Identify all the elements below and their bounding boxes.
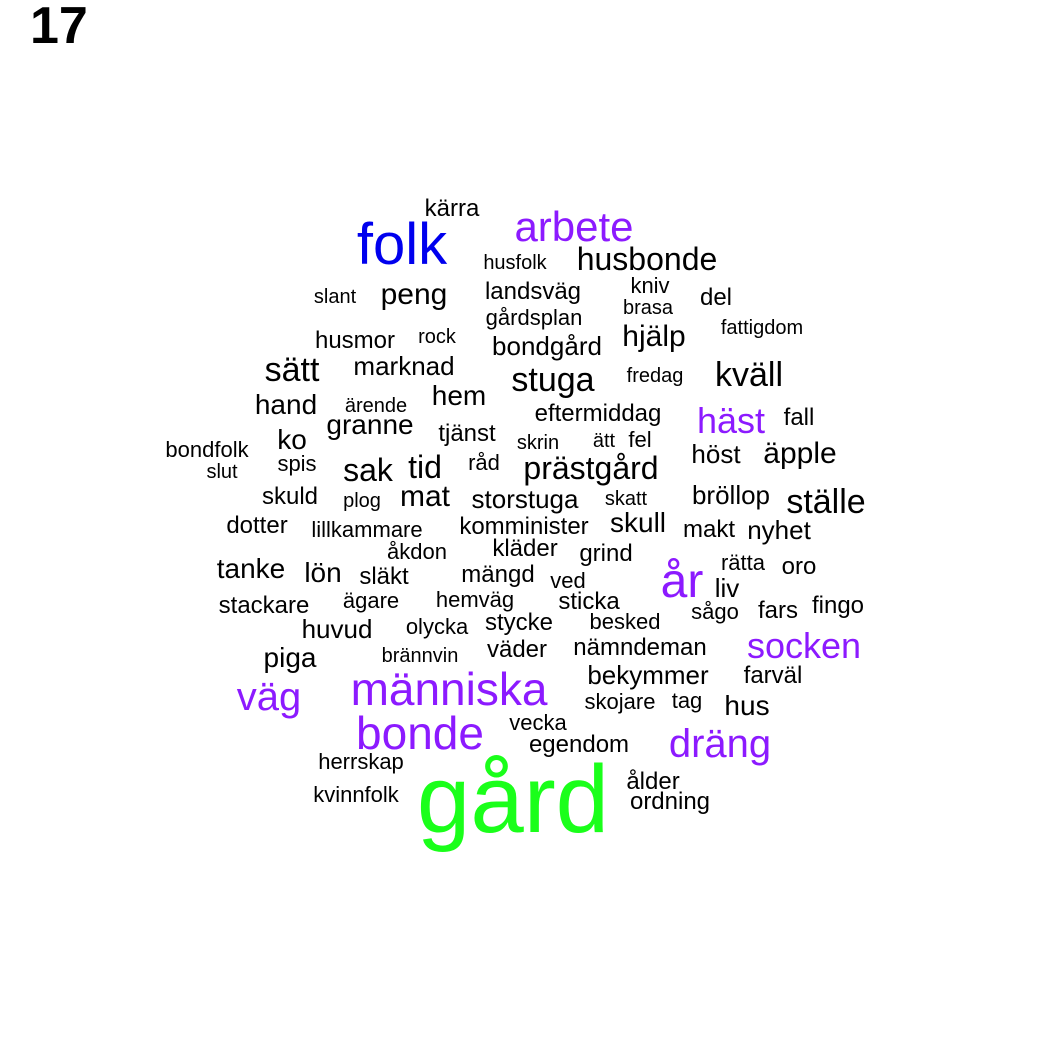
cloud-word: skojare <box>584 689 656 714</box>
cloud-word: mat <box>399 480 451 513</box>
cloud-word: stackare <box>218 592 310 619</box>
cloud-word: fars <box>757 597 799 624</box>
cloud-word: nämndeman <box>573 634 707 661</box>
cloud-word: fattigdom <box>720 317 804 339</box>
cloud-word: huvud <box>301 614 373 644</box>
cloud-word: sak <box>343 452 393 488</box>
cloud-word: rock <box>418 326 456 348</box>
cloud-word: äpple <box>763 437 837 470</box>
cloud-word: stycke <box>484 609 554 636</box>
cloud-word: tanke <box>216 553 286 584</box>
cloud-word: hjälp <box>622 320 686 353</box>
cloud-word: nyhet <box>747 515 811 545</box>
cloud-word: del <box>699 284 733 311</box>
cloud-word: hemväg <box>435 587 515 612</box>
cloud-word: tid <box>408 449 442 485</box>
cloud-word: husbonde <box>576 241 718 277</box>
cloud-word: folk <box>356 212 448 277</box>
cloud-word: husfolk <box>483 252 547 274</box>
cloud-word: husmor <box>314 327 396 354</box>
cloud-word: granne <box>326 409 414 440</box>
cloud-word: väg <box>236 675 302 719</box>
cloud-word: spis <box>277 451 317 476</box>
cloud-word: liv <box>714 573 740 603</box>
cloud-word: oro <box>781 553 817 580</box>
cloud-word: piga <box>263 642 317 673</box>
cloud-word: kläder <box>492 535 558 562</box>
cloud-word: farväl <box>743 662 803 689</box>
cloud-word: ko <box>277 424 307 455</box>
cloud-word: dräng <box>668 722 772 766</box>
cloud-word: väder <box>486 636 548 663</box>
cloud-word: åkdon <box>387 539 447 564</box>
cloud-word: prästgård <box>523 450 659 486</box>
cloud-word: människa <box>350 663 548 715</box>
cloud-word: fredag <box>626 365 684 387</box>
cloud-word: skatt <box>604 488 648 510</box>
cloud-word: peng <box>380 278 448 311</box>
cloud-word: ordning <box>629 788 711 815</box>
cloud-word: höst <box>691 439 741 469</box>
cloud-word: fingo <box>811 592 865 619</box>
cloud-word: släkt <box>359 563 409 590</box>
cloud-word: råd <box>468 450 500 475</box>
cloud-word: kärra <box>424 195 480 222</box>
cloud-word: kväll <box>714 356 784 394</box>
cloud-word: hus <box>724 690 770 721</box>
cloud-word: fel <box>628 427 652 452</box>
cloud-word: skull <box>609 507 667 538</box>
cloud-word: makt <box>682 516 736 543</box>
cloud-word: ägare <box>342 588 400 613</box>
cloud-word: skuld <box>261 483 319 510</box>
cloud-word: kvinnfolk <box>313 782 399 807</box>
cloud-word: gårdsplan <box>485 305 583 330</box>
cloud-word: marknad <box>353 351 455 381</box>
cloud-word: tjänst <box>438 420 496 447</box>
cloud-word: hand <box>254 389 318 420</box>
cloud-word: brännvin <box>381 645 459 667</box>
cloud-word: herrskap <box>318 749 404 774</box>
cloud-word: sätt <box>264 351 320 389</box>
cloud-word: slut <box>206 461 238 483</box>
cloud-word: bekymmer <box>587 660 709 690</box>
cloud-word: landsväg <box>484 278 582 305</box>
cloud-word: brasa <box>622 297 674 319</box>
cloud-word: gård <box>416 746 610 853</box>
cloud-word: häst <box>696 400 766 441</box>
cloud-word: stuga <box>511 361 595 399</box>
cloud-word: sågo <box>691 599 739 624</box>
cloud-word: grind <box>579 540 633 567</box>
cloud-word: socken <box>746 625 862 666</box>
cloud-word: bondgård <box>492 331 602 361</box>
cloud-word: ätt <box>592 430 616 452</box>
cloud-word: dotter <box>226 512 288 539</box>
cloud-word: tag <box>671 688 703 713</box>
cloud-word: mängd <box>461 561 535 588</box>
cloud-word: besked <box>589 609 661 634</box>
cloud-word: lillkammare <box>311 517 423 542</box>
cloud-word: rätta <box>720 550 766 575</box>
cloud-word: slant <box>313 286 357 308</box>
cloud-word: egendom <box>528 731 630 758</box>
cloud-word: storstuga <box>471 484 579 514</box>
cloud-word: plog <box>343 490 381 512</box>
cloud-word: ställe <box>786 483 866 521</box>
word-cloud: gård folk arbete år människa bonde väg dräng soc… <box>0 0 1050 1050</box>
cloud-word: fall <box>783 404 815 431</box>
word-cloud-canvas: 17 gård folk arbete år människa bonde väg dräng… <box>0 0 1050 1050</box>
cloud-word: hem <box>431 380 487 411</box>
cloud-word: bondfolk <box>165 437 249 462</box>
cloud-word: eftermiddag <box>534 400 662 427</box>
cloud-word: olycka <box>405 614 469 639</box>
cloud-word: bröllop <box>691 480 771 510</box>
cloud-word: kniv <box>630 273 670 298</box>
cloud-word: lön <box>304 557 342 588</box>
